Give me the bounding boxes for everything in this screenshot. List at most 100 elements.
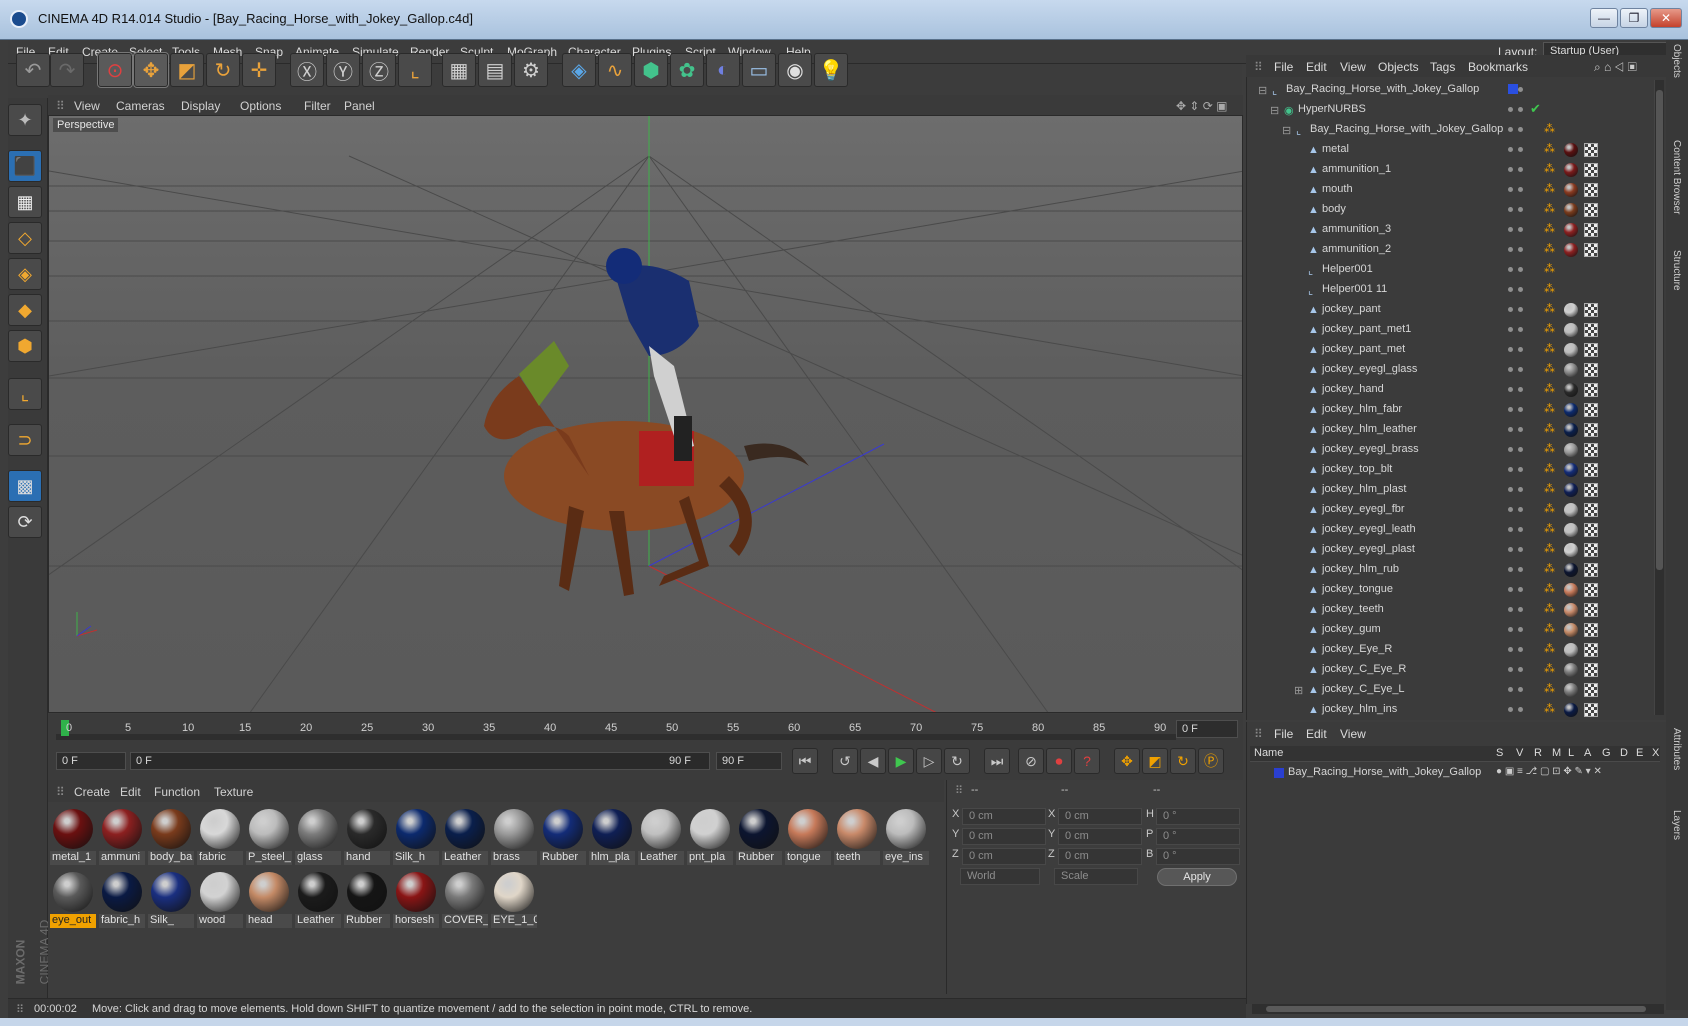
objects-menu-file[interactable]: File: [1274, 60, 1293, 74]
attr-menu-file[interactable]: File: [1274, 727, 1293, 741]
key-rotation-icon[interactable]: ↻: [1170, 748, 1196, 774]
coord-type-select[interactable]: Scale: [1054, 868, 1138, 885]
coord-size-field[interactable]: 0 cm: [1058, 848, 1142, 865]
phong-tag-icon[interactable]: ⁂: [1544, 562, 1555, 575]
material-thumbnail[interactable]: eye_ins: [883, 806, 929, 866]
rotate-icon[interactable]: ↻: [206, 53, 240, 87]
prev-key-icon[interactable]: ↺: [832, 748, 858, 774]
material-tag-icon[interactable]: [1564, 463, 1578, 477]
uvw-tag-icon[interactable]: [1584, 443, 1598, 457]
material-tag-icon[interactable]: [1564, 443, 1578, 457]
object-name[interactable]: metal: [1322, 143, 1349, 155]
material-thumbnail[interactable]: Leather: [638, 806, 684, 866]
attr-menu-edit[interactable]: Edit: [1306, 727, 1327, 741]
material-tag-icon[interactable]: [1564, 643, 1578, 657]
axis-mode-icon[interactable]: ⌞: [8, 378, 42, 410]
uvw-tag-icon[interactable]: [1584, 203, 1598, 217]
coord-rotation-field[interactable]: 0 °: [1156, 808, 1240, 825]
object-name[interactable]: jockey_hlm_fabr: [1322, 403, 1402, 415]
attr-horizontal-scrollbar[interactable]: [1252, 1004, 1664, 1014]
uvw-tag-icon[interactable]: [1584, 643, 1598, 657]
material-thumbnail[interactable]: fabric: [197, 806, 243, 866]
goto-start-icon[interactable]: ⏮: [792, 748, 818, 774]
phong-tag-icon[interactable]: ⁂: [1544, 222, 1555, 235]
object-name[interactable]: jockey_C_Eye_L: [1322, 683, 1405, 695]
uvw-tag-icon[interactable]: [1584, 503, 1598, 517]
coord-size-field[interactable]: 0 cm: [1058, 828, 1142, 845]
object-list-item[interactable]: ⊟ ◉ HyperNURBS: [1250, 100, 1650, 120]
objects-menu-tags[interactable]: Tags: [1430, 60, 1455, 74]
start-frame-field[interactable]: 0 F: [56, 752, 126, 770]
visibility-dots[interactable]: [1508, 124, 1528, 136]
expand-toggle-icon[interactable]: ⊟: [1282, 124, 1292, 137]
uvw-tag-icon[interactable]: [1584, 243, 1598, 257]
expand-toggle-icon[interactable]: ⊞: [1294, 684, 1304, 697]
objects-menu-objects[interactable]: Objects: [1378, 60, 1419, 74]
autokey-icon[interactable]: ?: [1074, 748, 1100, 774]
uvw-tag-icon[interactable]: [1584, 383, 1598, 397]
uvw-tag-icon[interactable]: [1584, 623, 1598, 637]
material-thumbnail[interactable]: COVER_: [442, 869, 488, 929]
phong-tag-icon[interactable]: ⁂: [1544, 262, 1555, 275]
edges-mode-icon[interactable]: ◆: [8, 294, 42, 326]
magnet-icon[interactable]: ⊃: [8, 424, 42, 456]
object-name[interactable]: Bay_Racing_Horse_with_Jokey_Gallop: [1310, 123, 1503, 135]
uvw-tag-icon[interactable]: [1584, 143, 1598, 157]
material-thumbnail[interactable]: hlm_pla: [589, 806, 635, 866]
viewport-menu-display[interactable]: Display: [181, 99, 220, 113]
uvw-tag-icon[interactable]: [1584, 163, 1598, 177]
tab-structure[interactable]: Structure: [1668, 250, 1686, 320]
object-list-scrollbar[interactable]: [1654, 80, 1664, 715]
viewport-nav-icons[interactable]: ✥ ⇕ ⟳ ▣: [1176, 99, 1228, 113]
material-tag-icon[interactable]: [1564, 223, 1578, 237]
material-thumbnail[interactable]: P_steel_: [246, 806, 292, 866]
object-name[interactable]: jockey_Eye_R: [1322, 643, 1392, 655]
phong-tag-icon[interactable]: ⁂: [1544, 362, 1555, 375]
material-thumbnail[interactable]: eye_out: [50, 869, 96, 929]
phong-tag-icon[interactable]: ⁂: [1544, 142, 1555, 155]
coord-size-field[interactable]: 0 cm: [1058, 808, 1142, 825]
attr-menu-view[interactable]: View: [1340, 727, 1366, 741]
visibility-dots[interactable]: [1508, 504, 1528, 516]
visibility-dots[interactable]: [1508, 704, 1528, 716]
object-name[interactable]: jockey_hlm_plast: [1322, 483, 1406, 495]
objects-menu-bookmarks[interactable]: Bookmarks: [1468, 60, 1528, 74]
coord-mode-select[interactable]: World: [960, 868, 1040, 885]
expand-toggle-icon[interactable]: ⊟: [1258, 84, 1268, 97]
material-tag-icon[interactable]: [1564, 483, 1578, 497]
phong-tag-icon[interactable]: ⁂: [1544, 662, 1555, 675]
uvw-tag-icon[interactable]: [1584, 323, 1598, 337]
material-tag-icon[interactable]: [1564, 623, 1578, 637]
visibility-dots[interactable]: [1508, 464, 1528, 476]
coord-position-field[interactable]: 0 cm: [962, 808, 1046, 825]
uvw-tag-icon[interactable]: [1584, 423, 1598, 437]
visibility-dots[interactable]: [1508, 664, 1528, 676]
frame-range-slider[interactable]: 0 F 90 F: [130, 752, 710, 770]
visibility-dots[interactable]: [1508, 584, 1528, 596]
cinema4d-app-icon[interactable]: [10, 10, 28, 28]
layer-color-swatch[interactable]: [1508, 84, 1518, 94]
uvw-tag-icon[interactable]: [1584, 563, 1598, 577]
uvw-tag-icon[interactable]: [1584, 483, 1598, 497]
end-frame-field[interactable]: 90 F: [716, 752, 782, 770]
phong-tag-icon[interactable]: ⁂: [1544, 382, 1555, 395]
material-tag-icon[interactable]: [1564, 543, 1578, 557]
material-tag-icon[interactable]: [1564, 183, 1578, 197]
material-thumbnail[interactable]: tongue: [785, 806, 831, 866]
object-list-item[interactable]: ⌞ Helper001 11: [1250, 280, 1650, 300]
viewport-menu-filter[interactable]: Filter: [304, 99, 331, 113]
polygons-mode-icon[interactable]: ⬢: [8, 330, 42, 362]
phong-tag-icon[interactable]: ⁂: [1544, 462, 1555, 475]
phong-tag-icon[interactable]: ⁂: [1544, 602, 1555, 615]
phong-tag-icon[interactable]: ⁂: [1544, 442, 1555, 455]
uvw-tag-icon[interactable]: [1584, 303, 1598, 317]
floor-icon[interactable]: ▭: [742, 53, 776, 87]
object-name[interactable]: jockey_top_blt: [1322, 463, 1392, 475]
visibility-dots[interactable]: [1508, 404, 1528, 416]
viewport-menu-cameras[interactable]: Cameras: [116, 99, 165, 113]
phong-tag-icon[interactable]: ⁂: [1544, 622, 1555, 635]
material-thumbnail[interactable]: Leather: [295, 869, 341, 929]
material-tag-icon[interactable]: [1564, 243, 1578, 257]
objects-menu-view[interactable]: View: [1340, 60, 1366, 74]
material-menu-create[interactable]: Create: [74, 785, 110, 799]
